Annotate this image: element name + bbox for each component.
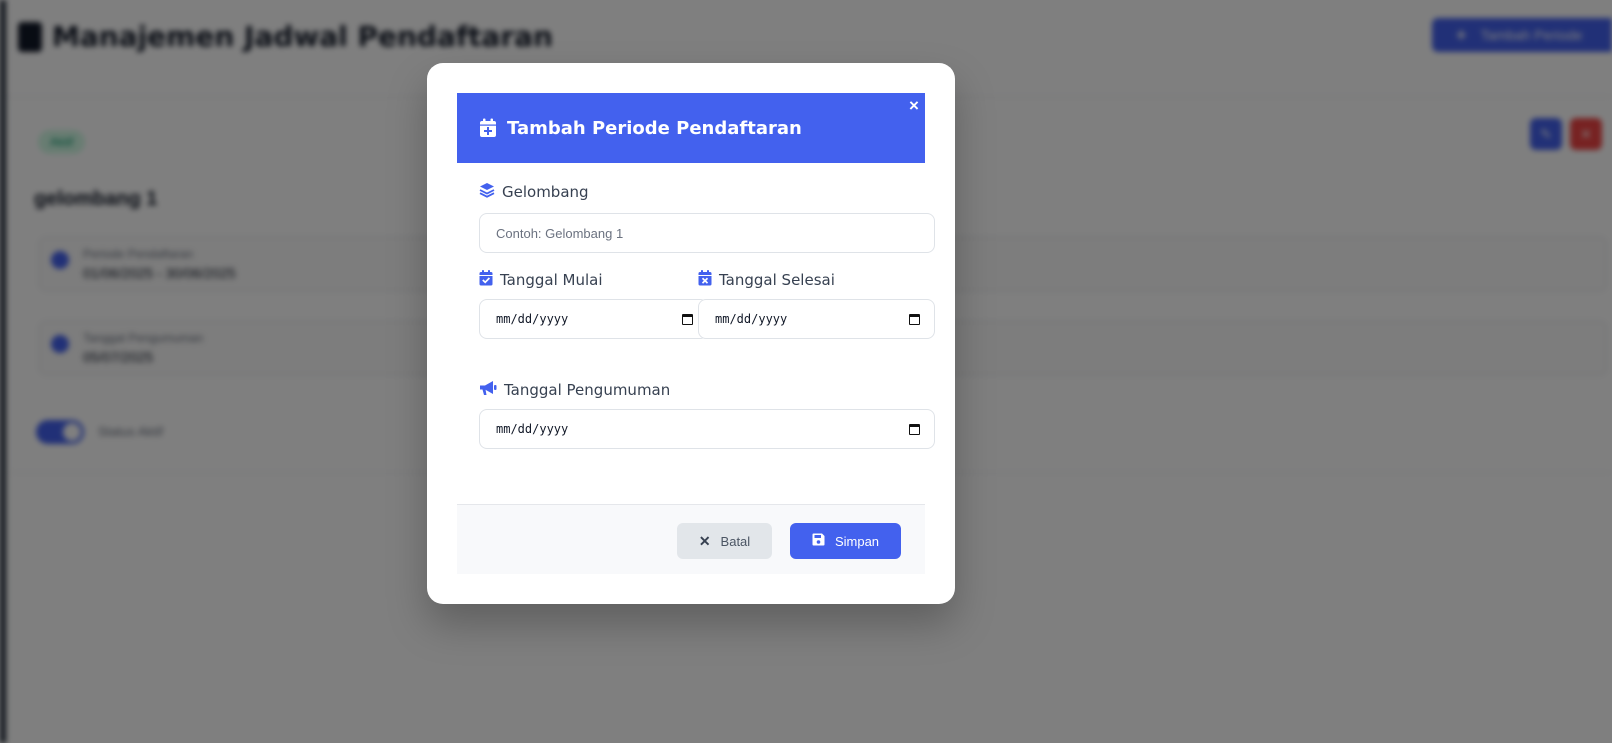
wave-input[interactable] [479, 213, 935, 253]
announcement-date-value: mm/dd/yyyy [496, 422, 569, 436]
start-date-label-text: Tanggal Mulai [500, 271, 603, 289]
megaphone-icon [479, 380, 497, 400]
calendar-x-icon [698, 270, 712, 290]
close-icon[interactable]: × [903, 95, 925, 117]
wave-label-text: Gelombang [502, 183, 589, 201]
announcement-date-label-text: Tanggal Pengumuman [504, 381, 671, 399]
end-date-input[interactable]: mm/dd/yyyy [698, 299, 935, 339]
x-icon: ✕ [698, 532, 711, 549]
announcement-date-input[interactable]: mm/dd/yyyy [479, 409, 935, 449]
start-date-input[interactable]: mm/dd/yyyy [479, 299, 708, 339]
calendar-picker-icon[interactable] [682, 313, 693, 325]
calendar-check-icon [479, 270, 493, 290]
cancel-button[interactable]: ✕ Batal [677, 523, 772, 559]
wave-field-label: Gelombang [479, 182, 589, 202]
end-date-label: Tanggal Selesai [698, 270, 835, 290]
calendar-picker-icon[interactable] [909, 313, 920, 325]
add-period-modal: Tambah Periode Pendaftaran × Gelombang T… [427, 63, 955, 604]
calendar-plus-icon [479, 118, 497, 138]
modal-header: Tambah Periode Pendaftaran × [457, 93, 925, 163]
calendar-picker-icon[interactable] [909, 423, 920, 435]
start-date-value: mm/dd/yyyy [496, 312, 569, 326]
floppy-disk-icon [812, 533, 825, 549]
layers-icon [479, 182, 495, 202]
end-date-value: mm/dd/yyyy [715, 312, 788, 326]
modal-footer: ✕ Batal Simpan [457, 504, 925, 574]
start-date-label: Tanggal Mulai [479, 270, 603, 290]
modal-title: Tambah Periode Pendaftaran [507, 117, 802, 139]
cancel-label: Batal [720, 533, 751, 549]
announcement-date-label: Tanggal Pengumuman [479, 380, 670, 400]
save-button[interactable]: Simpan [790, 523, 901, 559]
save-label: Simpan [834, 533, 880, 549]
end-date-label-text: Tanggal Selesai [719, 271, 835, 289]
